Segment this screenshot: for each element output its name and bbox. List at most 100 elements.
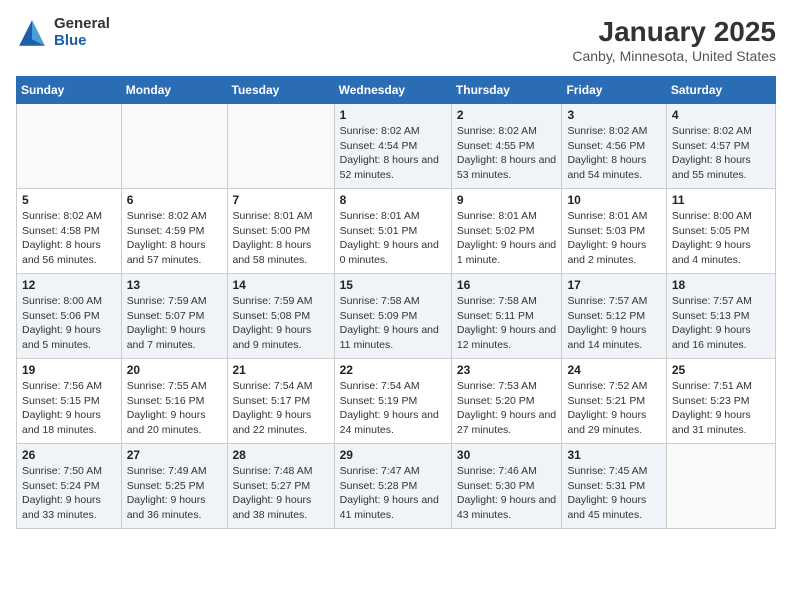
day-info: Sunrise: 7:57 AMSunset: 5:13 PMDaylight:…: [672, 294, 770, 353]
day-number: 30: [457, 448, 557, 462]
page-header: General Blue January 2025 Canby, Minneso…: [16, 16, 776, 64]
logo-general: General: [54, 16, 110, 33]
day-number: 26: [22, 448, 116, 462]
day-info: Sunrise: 8:02 AMSunset: 4:56 PMDaylight:…: [567, 124, 660, 183]
day-number: 31: [567, 448, 660, 462]
day-cell: 14Sunrise: 7:59 AMSunset: 5:08 PMDayligh…: [227, 274, 334, 359]
day-number: 9: [457, 193, 557, 207]
day-info: Sunrise: 8:02 AMSunset: 4:54 PMDaylight:…: [340, 124, 446, 183]
day-cell: 9 Sunrise: 8:01 AMSunset: 5:02 PMDaylight…: [451, 189, 562, 274]
calendar-header: SundayMondayTuesdayWednesdayThursdayFrid…: [17, 77, 776, 104]
day-info: Sunrise: 7:51 AMSunset: 5:23 PMDaylight:…: [672, 379, 770, 438]
day-number: 25: [672, 363, 770, 377]
day-info: Sunrise: 8:02 AMSunset: 4:58 PMDaylight:…: [22, 209, 116, 268]
day-info: Sunrise: 7:55 AMSunset: 5:16 PMDaylight:…: [127, 379, 222, 438]
day-cell: 3 Sunrise: 8:02 AMSunset: 4:56 PMDaylight…: [562, 104, 666, 189]
day-number: 13: [127, 278, 222, 292]
day-number: 3: [567, 108, 660, 122]
header-cell-friday: Friday: [562, 77, 666, 104]
day-info: Sunrise: 7:45 AMSunset: 5:31 PMDaylight:…: [567, 464, 660, 523]
logo-icon: [16, 17, 48, 49]
day-cell: 6 Sunrise: 8:02 AMSunset: 4:59 PMDaylight…: [121, 189, 227, 274]
day-cell: 4Sunrise: 8:02 AMSunset: 4:57 PMDaylight…: [666, 104, 775, 189]
calendar-body: 1 Sunrise: 8:02 AMSunset: 4:54 PMDaylight…: [17, 104, 776, 529]
day-cell: 7Sunrise: 8:01 AMSunset: 5:00 PMDaylight…: [227, 189, 334, 274]
day-info: Sunrise: 7:58 AMSunset: 5:09 PMDaylight:…: [340, 294, 446, 353]
day-info: Sunrise: 7:47 AMSunset: 5:28 PMDaylight:…: [340, 464, 446, 523]
main-title: January 2025: [572, 16, 776, 48]
logo-blue: Blue: [54, 33, 110, 50]
logo: General Blue: [16, 16, 110, 49]
day-number: 11: [672, 193, 770, 207]
day-cell: 13Sunrise: 7:59 AMSunset: 5:07 PMDayligh…: [121, 274, 227, 359]
header-cell-tuesday: Tuesday: [227, 77, 334, 104]
header-cell-sunday: Sunday: [17, 77, 122, 104]
day-number: 21: [233, 363, 329, 377]
day-cell: 20 Sunrise: 7:55 AMSunset: 5:16 PMDayligh…: [121, 359, 227, 444]
day-cell: 22 Sunrise: 7:54 AMSunset: 5:19 PMDayligh…: [334, 359, 451, 444]
day-cell: 19Sunrise: 7:56 AMSunset: 5:15 PMDayligh…: [17, 359, 122, 444]
day-info: Sunrise: 7:49 AMSunset: 5:25 PMDaylight:…: [127, 464, 222, 523]
day-cell: 29 Sunrise: 7:47 AMSunset: 5:28 PMDayligh…: [334, 444, 451, 529]
day-cell: [121, 104, 227, 189]
day-number: 16: [457, 278, 557, 292]
day-cell: 25 Sunrise: 7:51 AMSunset: 5:23 PMDayligh…: [666, 359, 775, 444]
day-number: 2: [457, 108, 557, 122]
day-number: 7: [233, 193, 329, 207]
day-cell: 27 Sunrise: 7:49 AMSunset: 5:25 PMDayligh…: [121, 444, 227, 529]
week-row-2: 5Sunrise: 8:02 AMSunset: 4:58 PMDaylight…: [17, 189, 776, 274]
logo-text: General Blue: [54, 16, 110, 49]
day-cell: 23 Sunrise: 7:53 AMSunset: 5:20 PMDayligh…: [451, 359, 562, 444]
header-row: SundayMondayTuesdayWednesdayThursdayFrid…: [17, 77, 776, 104]
day-info: Sunrise: 7:54 AMSunset: 5:19 PMDaylight:…: [340, 379, 446, 438]
day-cell: 12Sunrise: 8:00 AMSunset: 5:06 PMDayligh…: [17, 274, 122, 359]
day-cell: 24Sunrise: 7:52 AMSunset: 5:21 PMDayligh…: [562, 359, 666, 444]
day-number: 22: [340, 363, 446, 377]
week-row-4: 19Sunrise: 7:56 AMSunset: 5:15 PMDayligh…: [17, 359, 776, 444]
day-number: 14: [233, 278, 329, 292]
header-cell-wednesday: Wednesday: [334, 77, 451, 104]
day-number: 23: [457, 363, 557, 377]
day-info: Sunrise: 7:54 AMSunset: 5:17 PMDaylight:…: [233, 379, 329, 438]
day-info: Sunrise: 7:46 AMSunset: 5:30 PMDaylight:…: [457, 464, 557, 523]
day-info: Sunrise: 8:02 AMSunset: 4:55 PMDaylight:…: [457, 124, 557, 183]
day-info: Sunrise: 8:00 AMSunset: 5:05 PMDaylight:…: [672, 209, 770, 268]
day-cell: 1 Sunrise: 8:02 AMSunset: 4:54 PMDaylight…: [334, 104, 451, 189]
day-cell: 17Sunrise: 7:57 AMSunset: 5:12 PMDayligh…: [562, 274, 666, 359]
day-number: 29: [340, 448, 446, 462]
day-cell: 21 Sunrise: 7:54 AMSunset: 5:17 PMDayligh…: [227, 359, 334, 444]
day-number: 8: [340, 193, 446, 207]
day-cell: [666, 444, 775, 529]
day-cell: 26 Sunrise: 7:50 AMSunset: 5:24 PMDayligh…: [17, 444, 122, 529]
day-info: Sunrise: 7:50 AMSunset: 5:24 PMDaylight:…: [22, 464, 116, 523]
day-info: Sunrise: 8:02 AMSunset: 4:59 PMDaylight:…: [127, 209, 222, 268]
day-number: 1: [340, 108, 446, 122]
day-cell: 10Sunrise: 8:01 AMSunset: 5:03 PMDayligh…: [562, 189, 666, 274]
day-info: Sunrise: 7:56 AMSunset: 5:15 PMDaylight:…: [22, 379, 116, 438]
day-cell: 5Sunrise: 8:02 AMSunset: 4:58 PMDaylight…: [17, 189, 122, 274]
day-cell: 18Sunrise: 7:57 AMSunset: 5:13 PMDayligh…: [666, 274, 775, 359]
day-cell: 2 Sunrise: 8:02 AMSunset: 4:55 PMDaylight…: [451, 104, 562, 189]
day-number: 12: [22, 278, 116, 292]
day-cell: [17, 104, 122, 189]
header-cell-monday: Monday: [121, 77, 227, 104]
day-info: Sunrise: 8:01 AMSunset: 5:01 PMDaylight:…: [340, 209, 446, 268]
day-cell: 28Sunrise: 7:48 AMSunset: 5:27 PMDayligh…: [227, 444, 334, 529]
week-row-5: 26 Sunrise: 7:50 AMSunset: 5:24 PMDayligh…: [17, 444, 776, 529]
day-cell: 31 Sunrise: 7:45 AMSunset: 5:31 PMDayligh…: [562, 444, 666, 529]
calendar-table: SundayMondayTuesdayWednesdayThursdayFrid…: [16, 76, 776, 529]
day-number: 17: [567, 278, 660, 292]
day-info: Sunrise: 8:01 AMSunset: 5:03 PMDaylight:…: [567, 209, 660, 268]
day-number: 6: [127, 193, 222, 207]
day-number: 27: [127, 448, 222, 462]
day-info: Sunrise: 7:52 AMSunset: 5:21 PMDaylight:…: [567, 379, 660, 438]
day-info: Sunrise: 8:01 AMSunset: 5:02 PMDaylight:…: [457, 209, 557, 268]
day-number: 28: [233, 448, 329, 462]
day-cell: 15 Sunrise: 7:58 AMSunset: 5:09 PMDayligh…: [334, 274, 451, 359]
day-number: 20: [127, 363, 222, 377]
day-cell: 30 Sunrise: 7:46 AMSunset: 5:30 PMDayligh…: [451, 444, 562, 529]
day-info: Sunrise: 8:02 AMSunset: 4:57 PMDaylight:…: [672, 124, 770, 183]
day-number: 15: [340, 278, 446, 292]
day-info: Sunrise: 7:53 AMSunset: 5:20 PMDaylight:…: [457, 379, 557, 438]
day-cell: [227, 104, 334, 189]
